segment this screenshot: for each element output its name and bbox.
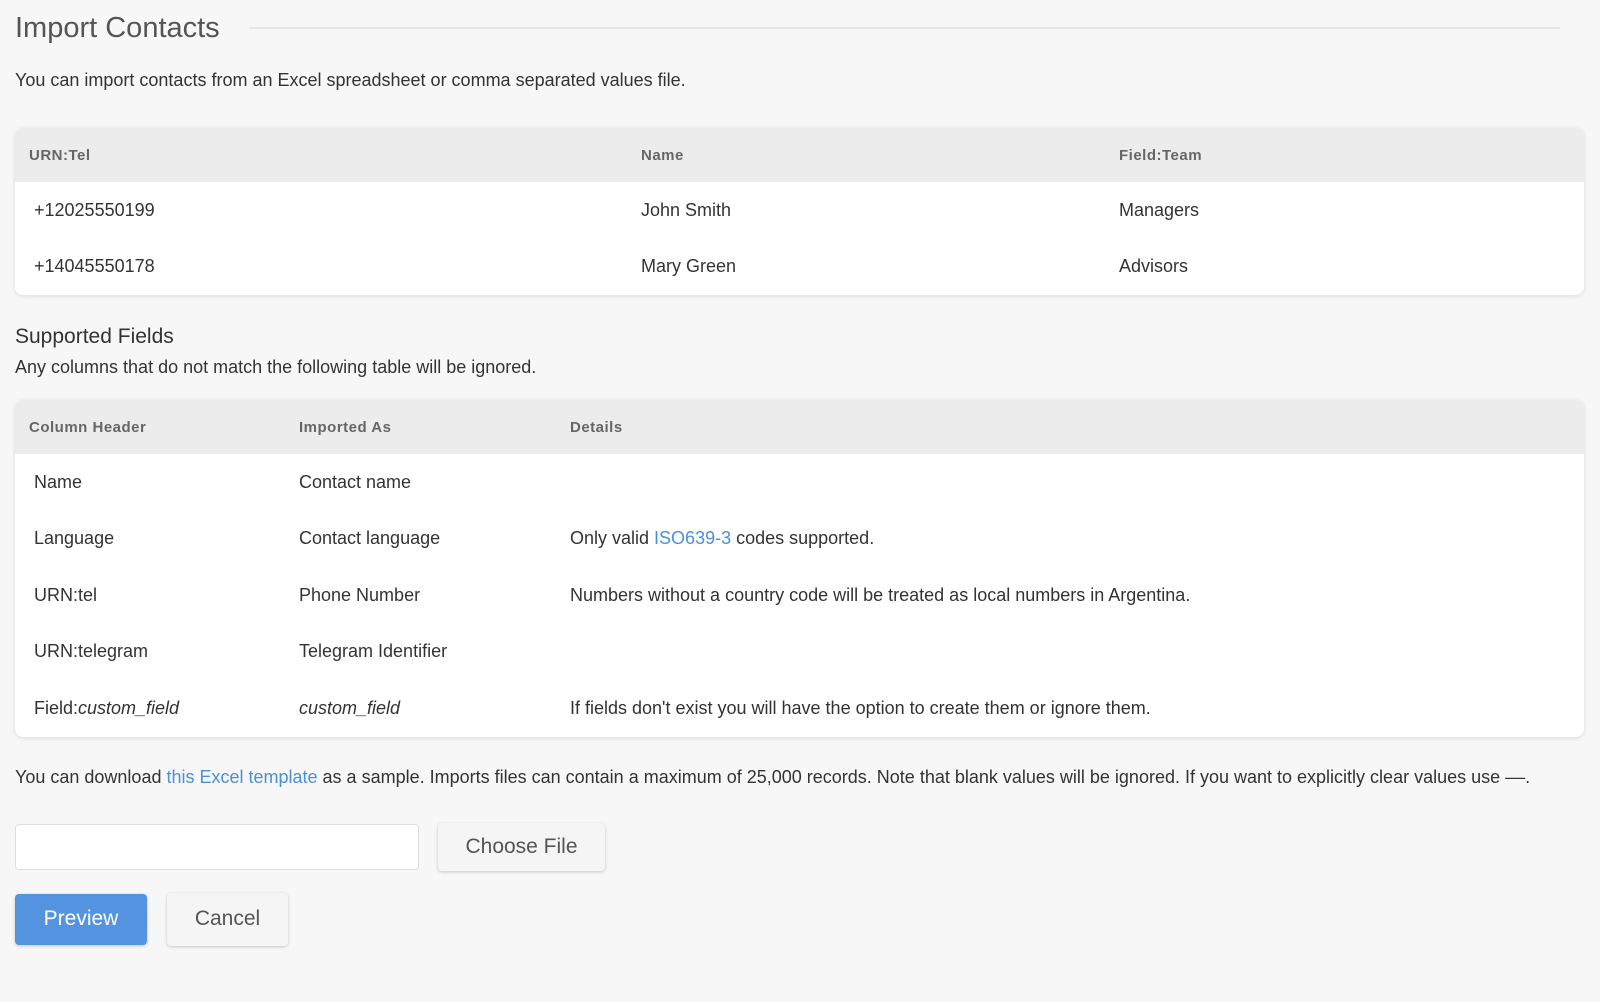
table-row: Language Contact language Only valid ISO…: [15, 511, 1584, 568]
column-header: Column Header: [29, 418, 147, 436]
intro-text: You can import contacts from an Excel sp…: [15, 70, 686, 90]
column-header-cell: Field:custom_field: [15, 680, 285, 737]
download-note-suffix: as a sample. Imports files can contain a…: [317, 766, 1531, 787]
supported-fields-title: Supported Fields: [15, 325, 174, 348]
imported-as-cell: Phone Number: [299, 584, 421, 605]
file-upload-row: Choose File: [15, 822, 1560, 871]
imported-as-cell: Contact language: [299, 528, 441, 549]
details-text: Only valid: [570, 528, 655, 549]
column-header: Name: [641, 146, 684, 164]
sample-table-header-row: URN:Tel Name Field:Team: [15, 128, 1584, 182]
supported-fields-card: Column Header Imported As Details Name C…: [15, 400, 1584, 737]
column-header: Details: [570, 418, 623, 436]
title-row: Import Contacts: [15, 0, 1560, 56]
name-cell: John Smith: [641, 199, 732, 220]
table-row: +12025550199 John Smith Managers: [15, 182, 1584, 239]
imported-as-cell: Contact name: [299, 471, 412, 492]
preview-button[interactable]: Preview: [15, 893, 147, 945]
file-path-input[interactable]: [15, 823, 419, 870]
phone-cell: +14045550178: [34, 256, 155, 277]
name-cell: Mary Green: [641, 256, 737, 277]
phone-cell: +12025550199: [34, 199, 155, 220]
team-cell: Managers: [1119, 199, 1200, 220]
custom-field-name: custom_field: [78, 697, 180, 718]
field-prefix: Field:: [34, 697, 79, 718]
table-row: Field:custom_field custom_field If field…: [15, 680, 1584, 737]
column-header: Imported As: [299, 418, 392, 436]
table-row: URN:tel Phone Number Numbers without a c…: [15, 567, 1584, 624]
sample-table-card: URN:Tel Name Field:Team +12025550199 Joh…: [15, 128, 1584, 295]
import-contacts-page: Import Contacts You can import contacts …: [0, 0, 1600, 1002]
choose-file-button[interactable]: Choose File: [438, 822, 605, 871]
column-header-cell: URN:telegram: [34, 641, 149, 662]
table-row: +14045550178 Mary Green Advisors: [15, 239, 1584, 296]
column-header: URN:Tel: [29, 146, 91, 164]
details-cell: [556, 454, 1584, 511]
imported-as-cell: Telegram Identifier: [299, 641, 448, 662]
excel-template-link[interactable]: this Excel template: [166, 767, 317, 787]
cancel-button[interactable]: Cancel: [167, 892, 288, 946]
supported-fields-header-row: Column Header Imported As Details: [15, 400, 1584, 454]
supported-fields-description: Any columns that do not match the follow…: [15, 357, 537, 377]
iso639-3-link[interactable]: ISO639-3: [654, 528, 731, 548]
custom-field-name: custom_field: [299, 697, 401, 718]
download-note-prefix: You can download: [15, 766, 167, 787]
details-cell: Only valid ISO639-3 codes supported.: [556, 511, 1584, 568]
page-title: Import Contacts: [15, 11, 220, 44]
actions-row: Preview Cancel: [15, 892, 1560, 946]
details-text: codes supported.: [731, 528, 875, 549]
sample-table: URN:Tel Name Field:Team +12025550199 Joh…: [15, 128, 1584, 295]
title-divider: [249, 27, 1560, 29]
details-cell: If fields don't exist you will have the …: [570, 697, 1151, 718]
imported-as-cell: custom_field: [285, 680, 556, 737]
download-note: You can download this Excel template as …: [15, 767, 1560, 793]
column-header-cell: Name: [34, 471, 83, 492]
column-header-cell: URN:tel: [34, 584, 98, 605]
details-cell: Numbers without a country code will be t…: [570, 584, 1191, 605]
supported-fields-table: Column Header Imported As Details Name C…: [15, 400, 1584, 737]
table-row: URN:telegram Telegram Identifier: [15, 624, 1584, 681]
table-row: Name Contact name: [15, 454, 1584, 511]
details-cell: [556, 624, 1584, 681]
team-cell: Advisors: [1119, 256, 1189, 277]
column-header: Field:Team: [1119, 146, 1203, 164]
column-header-cell: Language: [34, 528, 115, 549]
